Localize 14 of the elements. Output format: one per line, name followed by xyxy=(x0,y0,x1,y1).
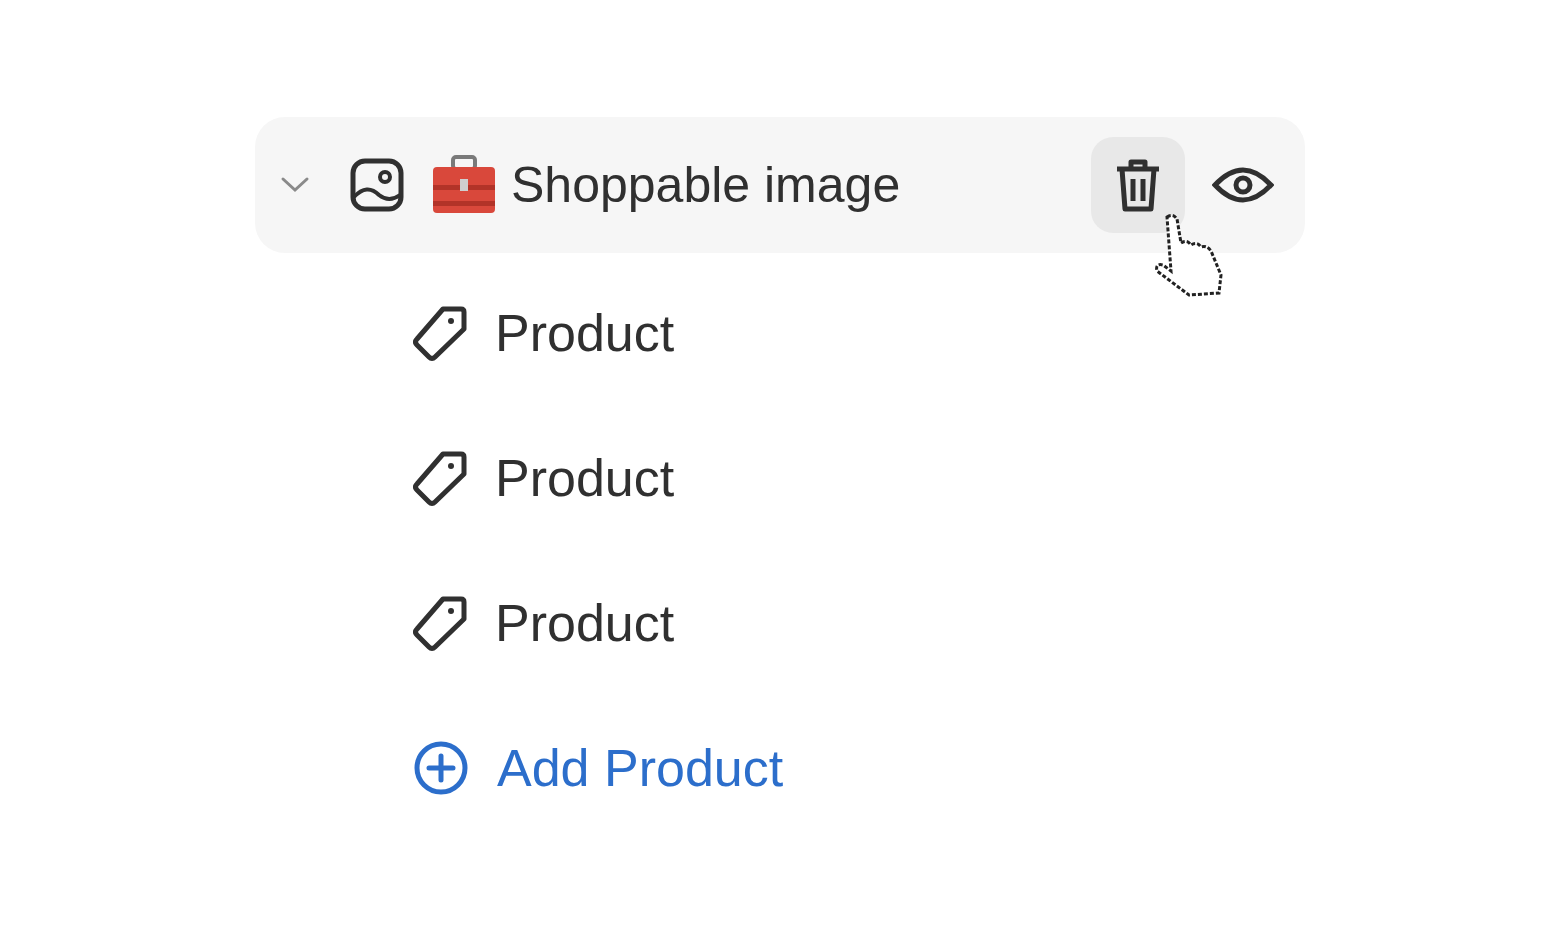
block-title: Shoppable image xyxy=(511,160,901,210)
add-product-button[interactable]: Add Product xyxy=(413,695,1305,840)
delete-button[interactable] xyxy=(1091,137,1185,233)
pointer-cursor-icon xyxy=(1153,213,1225,297)
product-item[interactable]: Product xyxy=(495,451,675,504)
plus-circle-icon xyxy=(413,739,469,796)
tag-icon xyxy=(413,594,467,651)
product-item[interactable]: Product xyxy=(495,306,675,359)
toolbox-icon xyxy=(431,155,497,215)
tag-icon xyxy=(413,304,467,361)
product-item[interactable]: Product xyxy=(495,596,675,649)
tag-icon xyxy=(413,449,467,506)
chevron-down-icon[interactable] xyxy=(279,175,311,195)
image-icon xyxy=(349,157,405,213)
